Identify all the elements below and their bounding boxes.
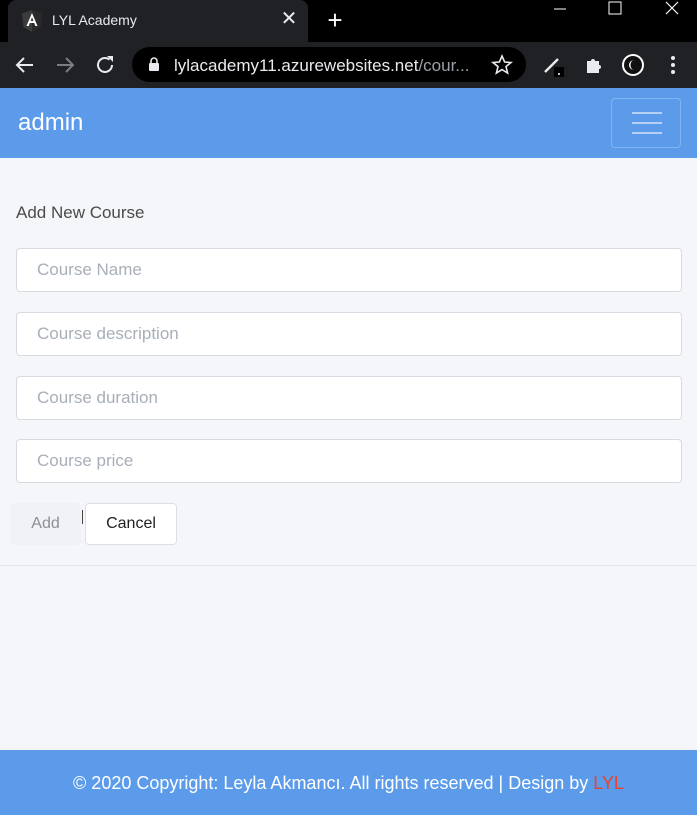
minimize-icon[interactable] xyxy=(538,0,584,20)
angular-logo-icon xyxy=(22,10,42,32)
add-button[interactable]: Add xyxy=(10,503,81,545)
course-price-input[interactable] xyxy=(16,439,682,483)
form-title: Add New Course xyxy=(16,203,145,222)
course-duration-input[interactable] xyxy=(16,376,682,420)
browser-menu-icon[interactable] xyxy=(661,53,685,77)
reload-icon[interactable] xyxy=(93,53,117,77)
close-window-icon[interactable] xyxy=(648,0,694,20)
cancel-button[interactable]: Cancel xyxy=(85,503,177,545)
extension-pen-icon[interactable] xyxy=(541,53,565,77)
browser-tabstrip: LYL Academy ✕ + xyxy=(0,0,697,42)
course-description-input[interactable] xyxy=(16,312,682,356)
tab-title: LYL Academy xyxy=(52,12,137,28)
url-host: lylacademy11.azurewebsites.net xyxy=(174,56,419,75)
app-navbar: admin xyxy=(0,88,697,158)
forward-icon[interactable] xyxy=(53,53,77,77)
maximize-icon[interactable] xyxy=(592,0,638,20)
hamburger-menu-icon[interactable] xyxy=(611,98,681,148)
back-icon[interactable] xyxy=(13,53,37,77)
url-path: /cour... xyxy=(418,56,470,75)
navbar-brand[interactable]: admin xyxy=(18,109,83,137)
extensions-puzzle-icon[interactable] xyxy=(582,53,606,77)
address-bar[interactable]: lylacademy11.azurewebsites.net/cour... xyxy=(132,47,526,82)
profile-avatar-icon[interactable] xyxy=(621,53,645,77)
browser-tab[interactable]: LYL Academy ✕ xyxy=(8,0,308,42)
bookmark-star-icon[interactable] xyxy=(490,53,514,77)
text-cursor xyxy=(82,510,83,524)
lock-icon xyxy=(149,57,159,71)
divider xyxy=(0,565,697,566)
footer-design-link[interactable]: LYL xyxy=(593,773,624,793)
course-name-input[interactable] xyxy=(16,248,682,292)
browser-toolbar: lylacademy11.azurewebsites.net/cour... xyxy=(0,42,697,88)
tab-close-icon[interactable]: ✕ xyxy=(278,8,300,30)
footer-copyright: © 2020 Copyright: Leyla Akmancı. All rig… xyxy=(73,773,594,793)
url-text: lylacademy11.azurewebsites.net/cour... xyxy=(174,56,469,76)
page-footer: © 2020 Copyright: Leyla Akmancı. All rig… xyxy=(0,750,697,815)
new-tab-icon[interactable]: + xyxy=(322,7,348,34)
